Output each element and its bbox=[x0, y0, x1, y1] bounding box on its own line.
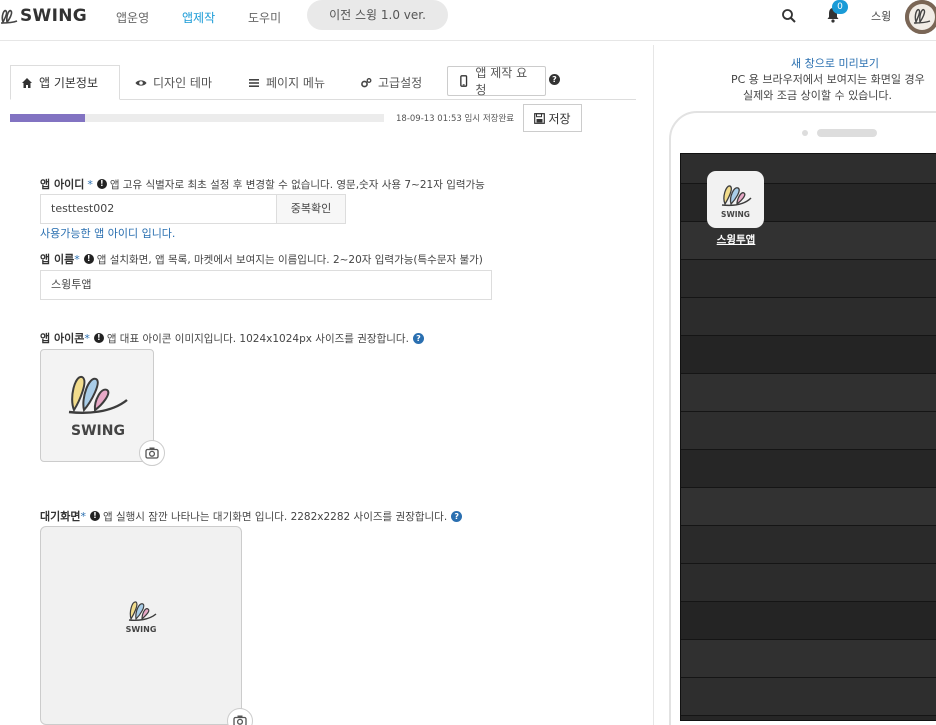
info-icon: ! bbox=[93, 333, 104, 343]
camera-button[interactable] bbox=[227, 708, 253, 725]
splash-title: 대기화면 bbox=[40, 510, 81, 523]
splash-description: 앱 실행시 잠깐 나타나는 대기화면 입니다. 2282x2282 사이즈를 권… bbox=[102, 510, 448, 523]
app-id-input[interactable]: testtest002 bbox=[40, 194, 277, 224]
wood-plank bbox=[681, 526, 936, 564]
wood-plank bbox=[681, 298, 936, 336]
progress-bar bbox=[10, 114, 384, 122]
wood-plank bbox=[681, 450, 936, 488]
save-label: 저장 bbox=[548, 111, 571, 126]
search-icon[interactable] bbox=[781, 8, 797, 24]
required-mark: * bbox=[84, 331, 90, 345]
swing-logo-text: SWING bbox=[71, 423, 125, 439]
brand-name: SWING bbox=[20, 6, 88, 26]
splash-label: 대기화면 * ! 앱 실행시 잠깐 나타나는 대기화면 입니다. 2282x22… bbox=[40, 508, 463, 524]
swing-logo-text: SWING bbox=[721, 210, 750, 219]
app-launcher-label: 스윙투앱 bbox=[716, 234, 756, 246]
tab-label: 디자인 테마 bbox=[153, 76, 213, 90]
preview-note: 실제와 조금 상이할 수 있습니다. bbox=[743, 89, 893, 102]
phone-camera bbox=[802, 130, 808, 136]
gears-icon bbox=[361, 77, 372, 87]
app-icon-label: 앱 아이콘 * ! 앱 대표 아이콘 이미지입니다. 1024x1024px 사… bbox=[40, 330, 424, 346]
app-icon-upload[interactable]: SWING bbox=[40, 349, 154, 462]
info-icon: ! bbox=[89, 511, 100, 521]
app-id-title: 앱 아이디 bbox=[40, 178, 85, 191]
avatar[interactable] bbox=[905, 0, 936, 34]
autosave-status: 18-09-13 01:53 임시 저장완료 bbox=[396, 114, 515, 124]
help-icon[interactable]: ? bbox=[549, 74, 560, 85]
app-icon-title: 앱 아이콘 bbox=[40, 332, 85, 345]
splash-preview: SWING bbox=[126, 601, 157, 634]
nav-helper[interactable]: 도우미 bbox=[248, 9, 281, 26]
app-name-label: 앱 이름 * ! 앱 설치화면, 앱 목록, 마켓에서 보여지는 이름입니다. … bbox=[40, 251, 483, 267]
nav-app-operation[interactable]: 앱운영 bbox=[116, 9, 149, 26]
nav-divider bbox=[0, 40, 936, 41]
app-id-description: 앱 고유 식별자로 최초 설정 후 변경할 수 없습니다. 영문,숫자 사용 7… bbox=[109, 178, 485, 191]
help-icon[interactable]: ? bbox=[412, 332, 424, 344]
camera-button[interactable] bbox=[139, 440, 165, 466]
home-icon bbox=[22, 77, 32, 88]
tab-advanced-settings[interactable]: 고급설정 bbox=[350, 65, 432, 100]
app-icon-preview: SWING bbox=[68, 376, 128, 439]
floppy-icon bbox=[534, 112, 546, 124]
wood-plank bbox=[681, 412, 936, 450]
app-id-label: 앱 아이디 * ! 앱 고유 식별자로 최초 설정 후 변경할 수 없습니다. … bbox=[40, 176, 485, 192]
required-mark: * bbox=[87, 177, 93, 191]
preview-note: PC 용 브라우저에서 보여지는 화면일 경우 bbox=[731, 73, 925, 86]
splash-upload[interactable]: SWING bbox=[40, 526, 242, 725]
swing-logo-text: SWING bbox=[126, 625, 157, 634]
wood-plank bbox=[681, 260, 936, 298]
tab-design-theme[interactable]: 디자인 테마 bbox=[125, 65, 222, 100]
app-name-title: 앱 이름 bbox=[40, 253, 75, 266]
camera-icon bbox=[233, 715, 247, 725]
wood-plank bbox=[681, 716, 936, 720]
tab-label: 앱 제작 요청 bbox=[475, 66, 528, 97]
avatar-image bbox=[905, 0, 936, 34]
tab-app-basic-info[interactable]: 앱 기본정보 bbox=[10, 65, 120, 100]
help-icon[interactable]: ? bbox=[451, 510, 463, 522]
tab-label: 페이지 메뉴 bbox=[266, 76, 326, 90]
wood-plank bbox=[681, 564, 936, 602]
info-icon: ! bbox=[96, 179, 107, 189]
info-icon: ! bbox=[83, 254, 94, 264]
top-navbar: SWING 앱운영 앱제작 도우미 이전 스윙 1.0 ver. 0 스윙 bbox=[0, 0, 936, 36]
tab-page-menu[interactable]: 페이지 메뉴 bbox=[238, 65, 335, 100]
nav-app-build[interactable]: 앱제작 bbox=[182, 9, 215, 26]
camera-icon bbox=[145, 447, 159, 459]
phone-speaker bbox=[817, 129, 877, 137]
app-launcher-icon[interactable]: SWING bbox=[707, 171, 764, 228]
required-mark: * bbox=[80, 509, 86, 523]
eye-icon bbox=[135, 79, 147, 86]
user-name[interactable]: 스윙 bbox=[871, 8, 891, 24]
menu-icon bbox=[249, 78, 259, 87]
wood-plank bbox=[681, 488, 936, 526]
app-name-description: 앱 설치화면, 앱 목록, 마켓에서 보여지는 이름입니다. 2~20자 입력가… bbox=[96, 253, 483, 266]
wood-plank bbox=[681, 336, 936, 374]
required-mark: * bbox=[74, 252, 80, 266]
app-id-available-message: 사용가능한 앱 아이디 입니다. bbox=[40, 227, 176, 240]
swing-app-icon: SWING bbox=[721, 185, 752, 219]
notification-badge: 0 bbox=[832, 0, 848, 14]
swing-logo-mark bbox=[0, 9, 18, 25]
wood-plank bbox=[681, 678, 936, 716]
open-preview-new-window-link[interactable]: 새 창으로 미리보기 bbox=[791, 55, 879, 71]
wood-plank bbox=[681, 602, 936, 640]
progress-fill bbox=[10, 114, 85, 122]
previous-version-button[interactable]: 이전 스윙 1.0 ver. bbox=[307, 0, 448, 30]
save-button[interactable]: 저장 bbox=[523, 104, 582, 132]
tab-app-build-request[interactable]: 앱 제작 요청 bbox=[447, 66, 546, 97]
tab-label: 앱 기본정보 bbox=[39, 76, 99, 90]
wood-plank bbox=[681, 374, 936, 412]
wood-plank bbox=[681, 640, 936, 678]
mobile-icon bbox=[460, 75, 468, 87]
tab-label: 고급설정 bbox=[378, 76, 423, 90]
swing-logo[interactable]: SWING bbox=[0, 4, 87, 28]
app-icon-description: 앱 대표 아이콘 이미지입니다. 1024x1024px 사이즈를 권장합니다. bbox=[106, 332, 409, 345]
app-name-input[interactable]: 스윙투앱 bbox=[40, 270, 492, 300]
duplicate-check-button[interactable]: 중복확인 bbox=[276, 194, 346, 224]
